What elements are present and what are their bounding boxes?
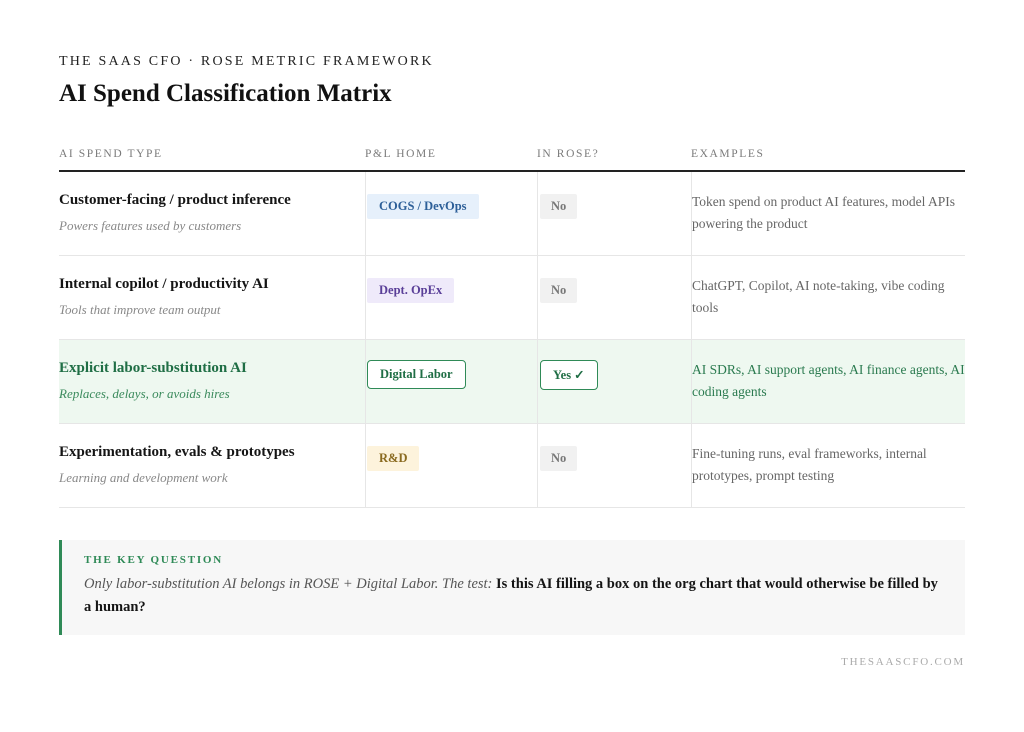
- in-rose-cell: Yes ✓: [537, 340, 691, 423]
- type-cell: Internal copilot / productivity AI Tools…: [59, 256, 365, 339]
- column-header-in-rose: IN ROSE?: [537, 148, 600, 160]
- type-label: Internal copilot / productivity AI: [59, 276, 269, 292]
- type-label: Explicit labor-substitution AI: [59, 360, 247, 376]
- callout-intro: Only labor-substitution AI belongs in RO…: [84, 576, 497, 592]
- in-rose-cell: No: [537, 172, 691, 255]
- table-row: Customer-facing / product inference Powe…: [59, 172, 965, 256]
- pl-home-badge: Digital Labor: [367, 360, 466, 389]
- in-rose-badge: Yes ✓: [540, 360, 598, 390]
- callout-label: THE KEY QUESTION: [84, 554, 224, 566]
- column-header-examples: EXAMPLES: [691, 148, 765, 160]
- in-rose-badge: No: [540, 446, 578, 471]
- table-row: Experimentation, evals & prototypes Lear…: [59, 424, 965, 508]
- column-header-pl-home: P&L HOME: [365, 148, 437, 160]
- page-title: AI Spend Classification Matrix: [59, 80, 392, 107]
- examples-cell: Token spend on product AI features, mode…: [691, 172, 965, 255]
- in-rose-badge: No: [540, 194, 578, 219]
- type-subtitle: Learning and development work: [59, 470, 228, 485]
- pl-home-badge: Dept. OpEx: [367, 278, 455, 303]
- type-label: Customer-facing / product inference: [59, 192, 291, 208]
- pl-home-badge: COGS / DevOps: [367, 194, 479, 219]
- type-cell: Experimentation, evals & prototypes Lear…: [59, 424, 365, 507]
- type-cell: Customer-facing / product inference Powe…: [59, 172, 365, 255]
- callout-text: Only labor-substitution AI belongs in RO…: [84, 573, 943, 619]
- type-subtitle: Replaces, delays, or avoids hires: [59, 386, 230, 401]
- type-subtitle: Powers features used by customers: [59, 218, 242, 233]
- key-question-callout: THE KEY QUESTION Only labor-substitution…: [59, 540, 965, 635]
- footer-url: THESAASCFO.COM: [841, 656, 965, 668]
- examples-text: AI SDRs, AI support agents, AI finance a…: [692, 362, 965, 399]
- table-row: Internal copilot / productivity AI Tools…: [59, 256, 965, 340]
- type-label: Experimentation, evals & prototypes: [59, 444, 295, 460]
- pl-home-cell: Digital Labor: [365, 340, 537, 423]
- examples-cell: Fine-tuning runs, eval frameworks, inter…: [691, 424, 965, 507]
- pl-home-cell: R&D: [365, 424, 537, 507]
- pl-home-cell: Dept. OpEx: [365, 256, 537, 339]
- classification-table: AI SPEND TYPE P&L HOME IN ROSE? EXAMPLES…: [59, 140, 965, 508]
- column-header-type: AI SPEND TYPE: [59, 148, 163, 160]
- examples-text: ChatGPT, Copilot, AI note-taking, vibe c…: [692, 278, 945, 315]
- examples-cell: ChatGPT, Copilot, AI note-taking, vibe c…: [691, 256, 965, 339]
- examples-text: Token spend on product AI features, mode…: [692, 194, 956, 231]
- table-row-highlighted: Explicit labor-substitution AI Replaces,…: [59, 340, 965, 424]
- in-rose-badge: No: [540, 278, 578, 303]
- type-cell: Explicit labor-substitution AI Replaces,…: [59, 340, 365, 423]
- examples-cell: AI SDRs, AI support agents, AI finance a…: [691, 340, 965, 423]
- pl-home-cell: COGS / DevOps: [365, 172, 537, 255]
- pl-home-badge: R&D: [367, 446, 420, 471]
- eyebrow: THE SAAS CFO · ROSE METRIC FRAMEWORK: [59, 54, 434, 69]
- in-rose-cell: No: [537, 424, 691, 507]
- type-subtitle: Tools that improve team output: [59, 302, 221, 317]
- in-rose-cell: No: [537, 256, 691, 339]
- table-header: AI SPEND TYPE P&L HOME IN ROSE? EXAMPLES: [59, 140, 965, 172]
- examples-text: Fine-tuning runs, eval frameworks, inter…: [692, 446, 927, 483]
